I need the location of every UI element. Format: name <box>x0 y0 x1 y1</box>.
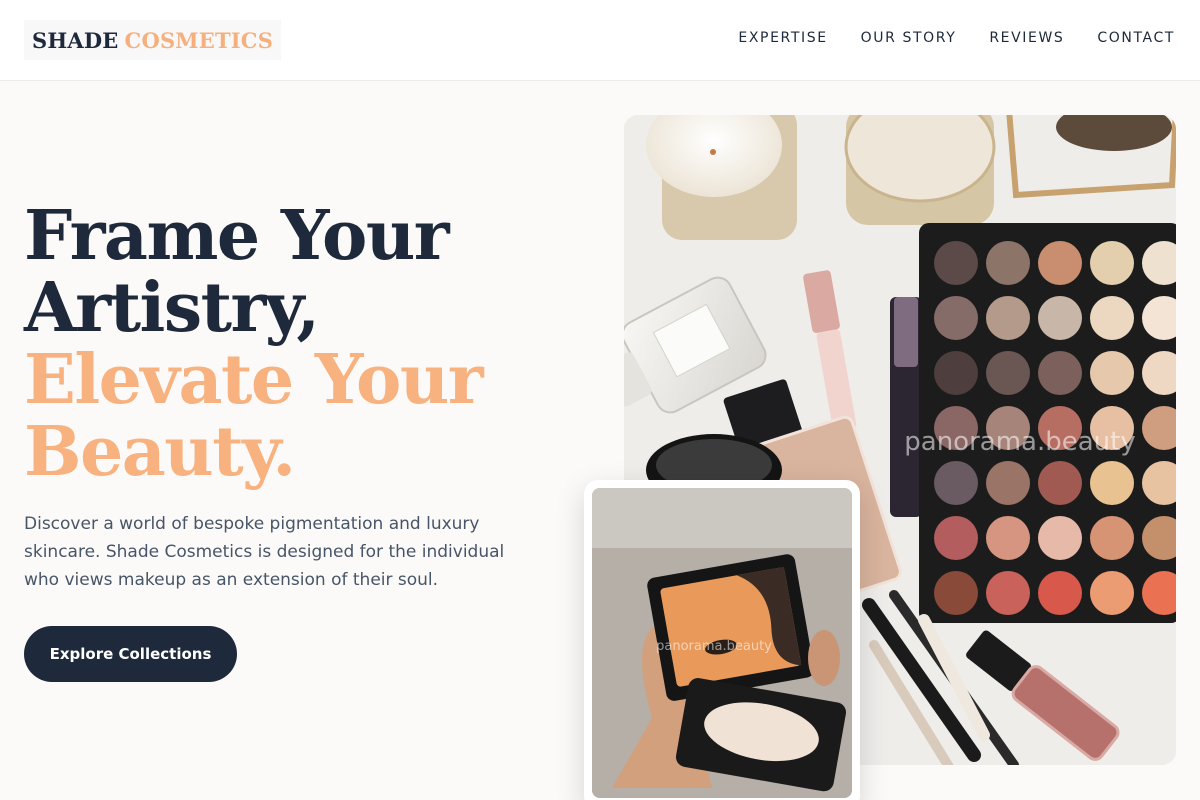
eyeshadow-pan <box>934 461 978 505</box>
eyeshadow-pan <box>1090 296 1134 340</box>
eyeshadow-pan <box>1038 296 1082 340</box>
hero-description: Discover a world of bespoke pigmentation… <box>24 514 505 590</box>
nav-link-expertise[interactable]: EXPERTISE <box>738 30 827 46</box>
eyeshadow-pan <box>986 351 1030 395</box>
eyeshadow-pan <box>1090 571 1134 615</box>
eyeshadow-pan <box>986 461 1030 505</box>
eyeshadow-pan <box>934 571 978 615</box>
headline-line-2: Artistry, <box>24 268 320 348</box>
eyeshadow-pan <box>1090 516 1134 560</box>
explore-collections-button[interactable]: Explore Collections <box>24 626 237 682</box>
brand-name-primary: SHADE <box>32 27 119 53</box>
eyeshadow-pan <box>1038 571 1082 615</box>
site-header: SHADE COSMETICS EXPERTISE OUR STORY REVI… <box>0 0 1200 81</box>
inset-photo-watermark: panorama.beauty <box>656 639 772 654</box>
nav-link-our-story[interactable]: OUR STORY <box>861 30 957 46</box>
headline-line-4: Beauty. <box>24 412 296 492</box>
brand-logo[interactable]: SHADE COSMETICS <box>24 20 282 60</box>
inset-photo-card: panorama.beauty <box>584 480 860 800</box>
nav-link-contact[interactable]: CONTACT <box>1097 30 1175 46</box>
headline-line-3: Elevate Your <box>24 340 484 420</box>
main-photo-watermark: panorama.beauty <box>904 427 1135 457</box>
eyeshadow-pan <box>1038 516 1082 560</box>
hero-headline: Frame Your Artistry, Elevate Your Beauty… <box>24 196 484 492</box>
eyeshadow-pan <box>934 296 978 340</box>
nav-link-reviews[interactable]: REVIEWS <box>989 30 1064 46</box>
eyeshadow-pan <box>934 241 978 285</box>
eyeshadow-pan <box>1090 461 1134 505</box>
eyeshadow-pan <box>934 516 978 560</box>
eyeshadow-pan <box>934 351 978 395</box>
eyeshadow-pan <box>986 571 1030 615</box>
eyeshadow-pan <box>1038 351 1082 395</box>
eyeshadow-pan <box>1038 241 1082 285</box>
headline-line-1: Frame Your <box>24 196 450 276</box>
compact-mirror-photo: panorama.beauty <box>592 488 852 798</box>
eyeshadow-pan <box>986 516 1030 560</box>
eyeshadow-pan <box>1090 241 1134 285</box>
compact-mirror-illustration: panorama.beauty <box>592 488 852 798</box>
brand-name-accent: COSMETICS <box>124 27 274 53</box>
eyeshadow-pan <box>1038 461 1082 505</box>
main-nav: EXPERTISE OUR STORY REVIEWS CONTACT <box>738 30 1175 46</box>
eyeshadow-pan <box>986 241 1030 285</box>
eyeshadow-pan <box>1090 351 1134 395</box>
eyeshadow-pan <box>986 296 1030 340</box>
